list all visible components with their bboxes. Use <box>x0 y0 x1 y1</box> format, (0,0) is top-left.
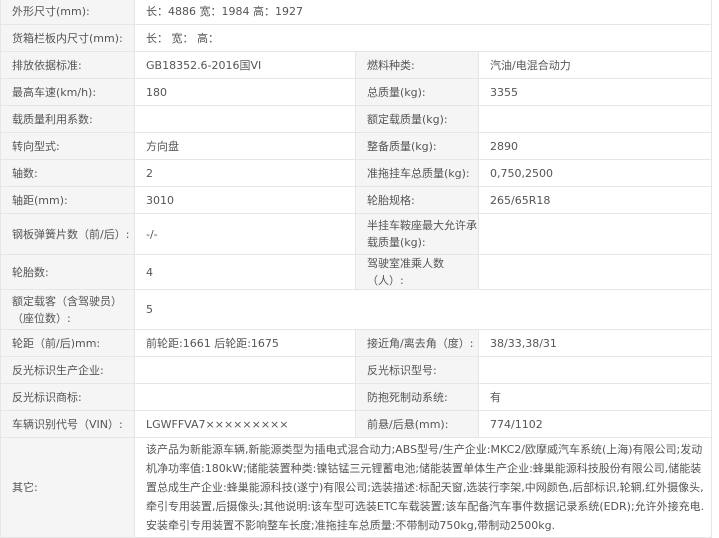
spec-row: 转向型式: 方向盘 整备质量(kg): 2890 <box>0 132 712 160</box>
spec-label: 货箱栏板内尺寸(mm): <box>0 24 135 52</box>
spec-label: 钢板弹簧片数（前/后）: <box>0 213 135 255</box>
spec-label: 其它: <box>0 437 135 538</box>
spec-row: 轮距（前/后)mm: 前轮距:1661 后轮距:1675 接近角/离去角（度）: 38… <box>0 329 712 357</box>
spec-label: 轮胎规格: <box>355 186 479 214</box>
spec-value <box>478 356 712 384</box>
spec-value: 5 <box>134 289 712 330</box>
spec-value: 汽油/电混合动力 <box>478 51 712 79</box>
spec-row: 载质量利用系数: 额定载质量(kg): <box>0 105 712 133</box>
spec-label: 转向型式: <box>0 132 135 160</box>
spec-value: 2890 <box>478 132 712 160</box>
spec-row: 货箱栏板内尺寸(mm): 长： 宽： 高： <box>0 24 712 52</box>
spec-label: 最高车速(km/h): <box>0 78 135 106</box>
spec-value: 该产品为新能源车辆,新能源类型为插电式混合动力;ABS型号/生产企业:MKC2/… <box>134 437 712 538</box>
spec-row: 最高车速(km/h): 180 总质量(kg): 3355 <box>0 78 712 106</box>
spec-value: LGWFFVA7××××××××× <box>134 410 356 438</box>
spec-label: 总质量(kg): <box>355 78 479 106</box>
spec-label: 外形尺寸(mm): <box>0 0 135 25</box>
spec-value: 265/65R18 <box>478 186 712 214</box>
spec-row: 钢板弹簧片数（前/后）: -/- 半挂车鞍座最大允许承载质量(kg): <box>0 213 712 255</box>
spec-row: 反光标识生产企业: 反光标识型号: <box>0 356 712 384</box>
spec-label: 轮距（前/后)mm: <box>0 329 135 357</box>
spec-row: 反光标识商标: 防抱死制动系统: 有 <box>0 383 712 411</box>
spec-value: GB18352.6-2016国VI <box>134 51 356 79</box>
spec-label: 反光标识商标: <box>0 383 135 411</box>
spec-value: 180 <box>134 78 356 106</box>
spec-value: 前轮距:1661 后轮距:1675 <box>134 329 356 357</box>
spec-label: 轴数: <box>0 159 135 187</box>
spec-value: 4 <box>134 254 356 290</box>
spec-value <box>478 254 712 290</box>
spec-row: 轴数: 2 准拖挂车总质量(kg): 0,750,2500 <box>0 159 712 187</box>
spec-value: 长： 宽： 高： <box>134 24 712 52</box>
spec-value: 774/1102 <box>478 410 712 438</box>
spec-label: 准拖挂车总质量(kg): <box>355 159 479 187</box>
vehicle-spec-table: 外形尺寸(mm): 长：4886 宽：1984 高：1927 货箱栏板内尺寸(mm)… <box>0 0 712 538</box>
spec-value: 3010 <box>134 186 356 214</box>
spec-label: 轮胎数: <box>0 254 135 290</box>
spec-value: 2 <box>134 159 356 187</box>
spec-label: 前悬/后悬(mm): <box>355 410 479 438</box>
spec-label: 额定载质量(kg): <box>355 105 479 133</box>
spec-label: 车辆识别代号（VIN）: <box>0 410 135 438</box>
spec-label: 载质量利用系数: <box>0 105 135 133</box>
spec-label: 反光标识生产企业: <box>0 356 135 384</box>
spec-row: 排放依据标准: GB18352.6-2016国VI 燃料种类: 汽油/电混合动力 <box>0 51 712 79</box>
spec-label: 反光标识型号: <box>355 356 479 384</box>
spec-row: 车辆识别代号（VIN）: LGWFFVA7××××××××× 前悬/后悬(mm): 7… <box>0 410 712 438</box>
spec-label: 防抱死制动系统: <box>355 383 479 411</box>
spec-value <box>478 213 712 255</box>
spec-label: 额定载客（含驾驶员）（座位数）: <box>0 289 135 330</box>
spec-value: 长：4886 宽：1984 高：1927 <box>134 0 712 25</box>
spec-label: 半挂车鞍座最大允许承载质量(kg): <box>355 213 479 255</box>
spec-label: 轴距(mm): <box>0 186 135 214</box>
spec-label: 整备质量(kg): <box>355 132 479 160</box>
spec-value <box>134 356 356 384</box>
spec-row: 额定载客（含驾驶员）（座位数）: 5 <box>0 289 712 330</box>
spec-label: 接近角/离去角（度）: <box>355 329 479 357</box>
spec-label: 燃料种类: <box>355 51 479 79</box>
spec-row: 其它: 该产品为新能源车辆,新能源类型为插电式混合动力;ABS型号/生产企业:MK… <box>0 437 712 538</box>
spec-value: -/- <box>134 213 356 255</box>
spec-row: 轮胎数: 4 驾驶室准乘人数（人）: <box>0 254 712 290</box>
spec-value: 0,750,2500 <box>478 159 712 187</box>
spec-label: 驾驶室准乘人数（人）: <box>355 254 479 290</box>
spec-row: 轴距(mm): 3010 轮胎规格: 265/65R18 <box>0 186 712 214</box>
spec-value <box>134 105 356 133</box>
spec-value: 38/33,38/31 <box>478 329 712 357</box>
spec-value: 3355 <box>478 78 712 106</box>
spec-value <box>134 383 356 411</box>
spec-value <box>478 105 712 133</box>
spec-value: 有 <box>478 383 712 411</box>
spec-value: 方向盘 <box>134 132 356 160</box>
spec-row: 外形尺寸(mm): 长：4886 宽：1984 高：1927 <box>0 0 712 25</box>
spec-label: 排放依据标准: <box>0 51 135 79</box>
